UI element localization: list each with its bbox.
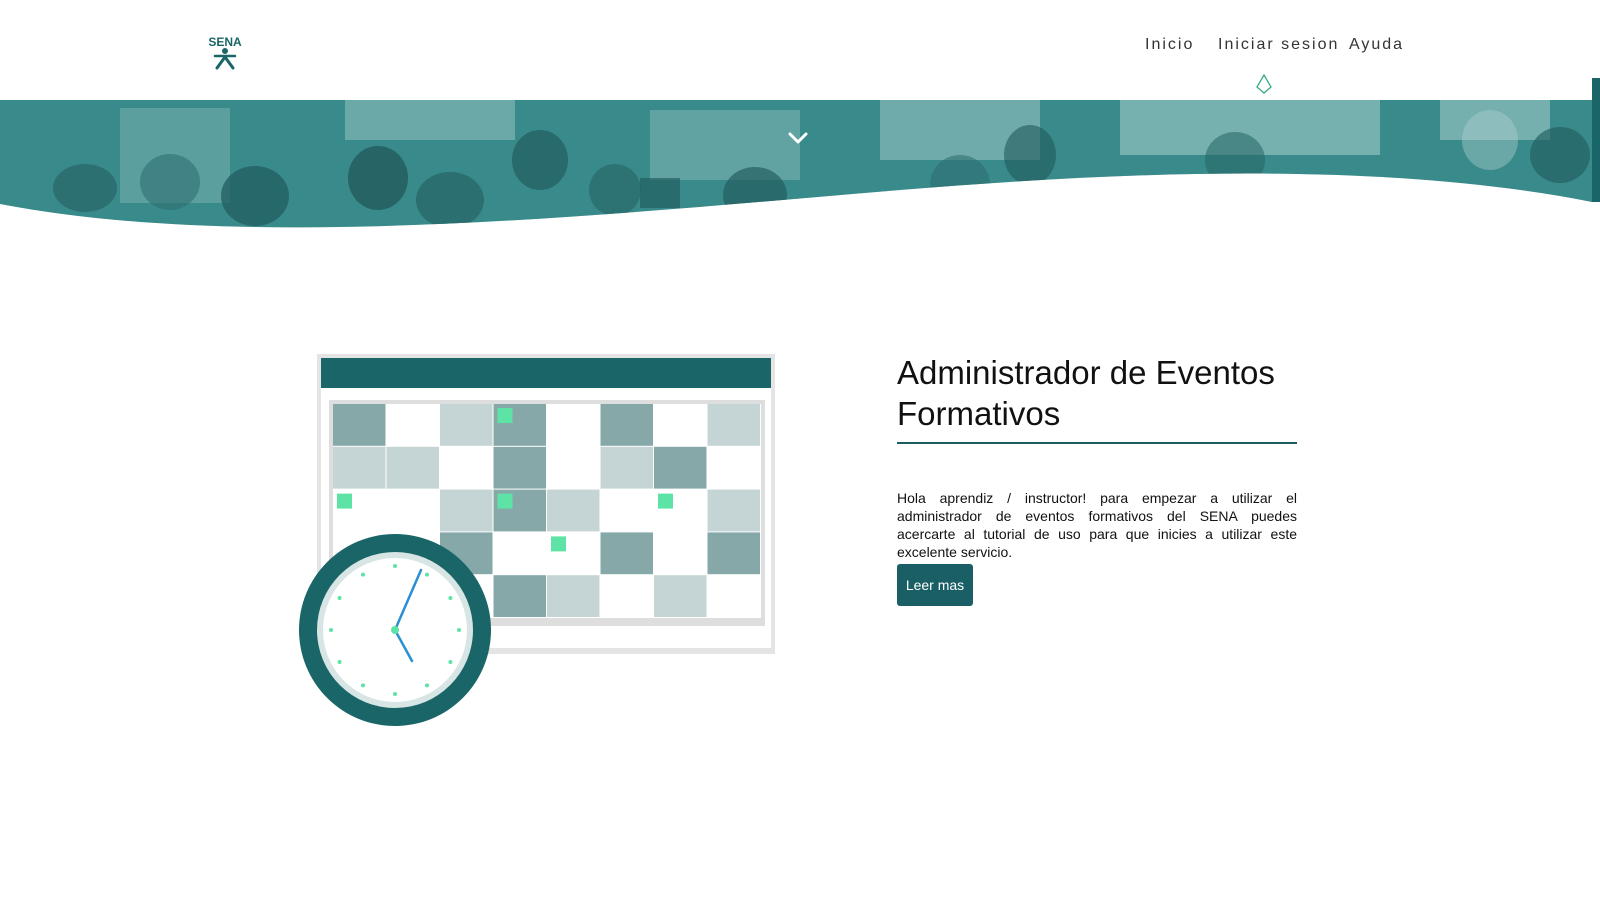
top-navbar: SENA Inicio Iniciar sesion Ayuda [0, 0, 1600, 100]
nav-item-inicio[interactable]: Inicio [1145, 36, 1194, 54]
leer-mas-button[interactable]: Leer mas [897, 564, 973, 606]
title-divider [897, 442, 1297, 444]
side-tab[interactable] [1592, 78, 1600, 202]
intro-text: Hola aprendiz / instructor! para empezar… [897, 490, 1297, 560]
nav-item-ayuda[interactable]: Ayuda [1349, 36, 1404, 54]
chevron-down-icon[interactable] [786, 128, 810, 148]
clock-icon [299, 534, 491, 726]
page-title: Administrador de Eventos Formativos [897, 354, 1275, 432]
calendar-clock-illustration [299, 354, 775, 726]
nav-item-iniciar-sesion[interactable]: Iniciar sesion [1218, 36, 1339, 54]
hero-banner [0, 100, 1592, 228]
main-nav: Inicio Iniciar sesion Ayuda [0, 36, 1600, 66]
diamond-outline-icon [1256, 74, 1272, 94]
